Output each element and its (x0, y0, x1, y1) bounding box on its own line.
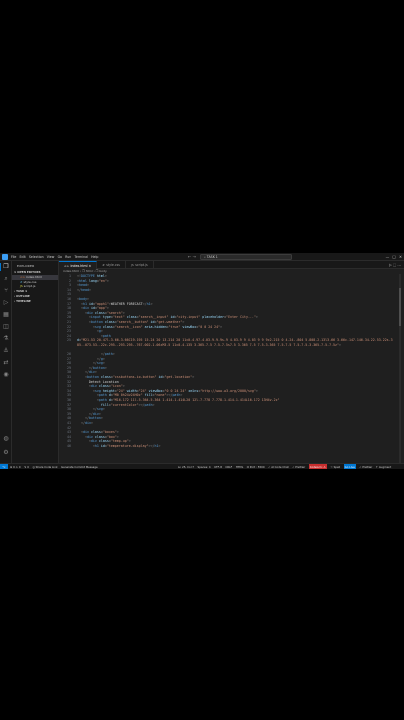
settings-icon[interactable]: ⚙ (2, 449, 10, 457)
remote-indicator-icon[interactable]: ⌥ (0, 464, 8, 469)
status-item[interactable]: ✓ Prettier (359, 464, 372, 469)
extensions-icon[interactable]: ▦ (2, 311, 10, 319)
vscode-window: File Edit Selection View Go Run Terminal Help ←… (0, 253, 404, 469)
activity-bar: ❐ ⌕ ⑂ ▷ ▦ ◫ ⚗ ⚓ ⇄ ◉ ◍ ⚙ (0, 261, 12, 463)
menu-help[interactable]: Help (91, 253, 98, 261)
copilot-icon[interactable]: ◉ (2, 371, 10, 379)
status-item[interactable]: ↯ 0 (24, 464, 29, 469)
status-item[interactable]: ☆ Spell (330, 464, 340, 469)
tab-label: index.html × (70, 264, 92, 268)
open-editor-label: style.css (23, 279, 37, 284)
menu-terminal[interactable]: Terminal (74, 253, 87, 261)
sidebar-sections: › TASK 1 › OUTLINE › TIMELINE (12, 289, 58, 304)
status-item[interactable]: UTF-8 (214, 464, 222, 469)
live-share-icon[interactable]: ⇄ (2, 359, 10, 367)
title-bar: File Edit Selection View Go Run Terminal Help ←… (0, 253, 404, 261)
window-controls: — □ ✕ (382, 253, 402, 261)
source-control-icon[interactable]: ⑂ (2, 287, 10, 295)
minimize-button[interactable]: — (386, 253, 390, 261)
menu-bar: File Edit Selection View Go Run Terminal Help (11, 253, 102, 261)
editor-actions[interactable]: ▷ ⬚ … (389, 261, 401, 269)
code-text: d="M21.53 20.47l-3.66-3.66C19.195 15.24 … (77, 338, 393, 347)
run-debug-icon[interactable]: ▷ (2, 299, 10, 307)
search-icon[interactable]: ⌕ (2, 275, 10, 283)
editor-tab[interactable]: JS script.js (126, 261, 154, 269)
remote-icon[interactable]: ◫ (2, 323, 10, 331)
code-text: <h1 id="temperature-display"></h1> (92, 443, 161, 448)
status-item[interactable]: ✉ Port : 5500 (247, 464, 265, 469)
code-line: 46 <h1 id="temperature-display"></h1> (59, 444, 404, 449)
command-center-search[interactable]: ⌕ TASK 1 (200, 254, 292, 260)
status-item[interactable]: Generate Commit Message (61, 464, 98, 469)
status-left: ⊗ 0 ⚠ 0 ↯ 0 ◎ Share Code Link Generate Comm… (10, 464, 101, 469)
scrollbar-thumb[interactable] (399, 288, 401, 326)
line-number: 46 (67, 443, 71, 448)
tab-label: style.css (106, 263, 120, 267)
status-item[interactable]: CRLF (225, 464, 232, 469)
line-number: 25 (67, 338, 71, 343)
file-type-icon: <> (64, 264, 70, 268)
status-right: Ln 25, Col 7 Spaces: 4 UTF-8 CRLF HTML ✉ Port… (178, 464, 395, 469)
status-bar: ⌥ ⊗ 0 ⚠ 0 ↯ 0 ◎ Share Code Link Generate Co… (0, 463, 404, 469)
sidebar-section[interactable]: › TIMELINE (12, 299, 58, 304)
status-item[interactable]: ✓ Prettier (292, 464, 305, 469)
status-item[interactable]: Ln 25, Col 7 (178, 464, 194, 469)
menu-selection[interactable]: Selection (29, 253, 44, 261)
open-editor-label: script.js (23, 284, 36, 289)
maximize-button[interactable]: □ (392, 253, 395, 261)
explorer-sidebar: EXPLORER ∨ OPEN EDITORS <> index.html # s… (12, 261, 59, 463)
docker-icon[interactable]: ⚓ (2, 347, 10, 355)
nav-arrows[interactable]: ← → (188, 254, 196, 260)
vscode-logo-icon (2, 253, 8, 260)
open-editors-list: <> index.html # style.css JS script.js (12, 275, 58, 289)
editor-tab[interactable]: <> index.html × (59, 261, 98, 269)
status-item[interactable]: ⊗ 0 ⚠ 0 (10, 464, 21, 469)
menu-go[interactable]: Go (58, 253, 62, 261)
editor-tab[interactable]: # style.css (97, 261, 126, 269)
status-item[interactable]: Spaces: 4 (198, 464, 211, 469)
codeium-status[interactable]: Codeium: ⚠ (308, 464, 327, 469)
status-item[interactable]: ◎ Share Code Link (32, 464, 57, 469)
code-line: 25 d="M21.53 20.47l-3.66-3.66C19.195 15.… (59, 338, 404, 352)
editor-tabs: <> index.html × # style.css JS script.js ▷ ⬚ … (59, 261, 404, 269)
tab-label: script.js (135, 263, 148, 267)
explorer-title: EXPLORER (17, 264, 35, 268)
code-editor[interactable]: 1 <!DOCTYPE html> 2 <html lang="en"> 3 <head>… (59, 274, 404, 463)
testing-icon[interactable]: ⚗ (2, 335, 10, 343)
open-editor-label: index.html (25, 275, 42, 279)
accounts-icon[interactable]: ◍ (2, 435, 10, 443)
file-type-icon: JS (130, 263, 134, 267)
status-item[interactable]: HTML (236, 464, 243, 469)
file-type-icon: # (102, 263, 105, 267)
menu-edit[interactable]: Edit (20, 253, 26, 261)
menu-file[interactable]: File (11, 253, 16, 261)
explorer-icon[interactable]: ❐ (0, 263, 10, 271)
status-item[interactable]: ✓ AI Code Chat (268, 464, 289, 469)
menu-run[interactable]: Run (65, 253, 71, 261)
close-button[interactable]: ✕ (399, 253, 402, 261)
menu-view[interactable]: View (47, 253, 55, 261)
go-live-button[interactable]: Go Live (343, 464, 356, 469)
status-item[interactable]: ↑ Augment (376, 464, 391, 469)
